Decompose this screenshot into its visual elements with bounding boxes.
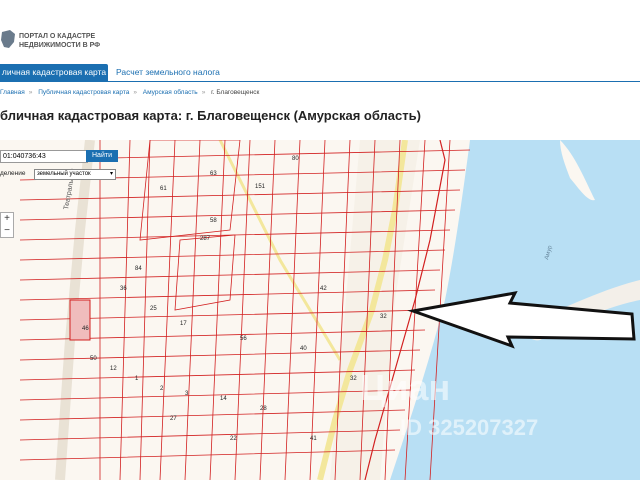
watermark-id: ID 325207327 bbox=[400, 415, 538, 440]
zoom-control: + − bbox=[0, 212, 14, 238]
parcel-label: 14 bbox=[220, 396, 227, 402]
parcel-label: 32 bbox=[380, 314, 387, 320]
breadcrumb-home[interactable]: Главная bbox=[0, 89, 25, 96]
parcel-label: 46 bbox=[82, 326, 89, 332]
map-canvas[interactable]: 61 63 58 287 80 151 42 84 36 32 25 46 17… bbox=[0, 140, 640, 480]
parcel-label: 17 bbox=[180, 321, 187, 327]
breadcrumb-region[interactable]: Амурская область bbox=[143, 89, 198, 96]
zoom-out-button[interactable]: − bbox=[1, 225, 13, 237]
parcel-label: 84 bbox=[135, 266, 142, 272]
parcel-label: 61 bbox=[160, 186, 167, 192]
parcel-label: 22 bbox=[230, 436, 237, 442]
filter-select[interactable]: земельный участок ▾ bbox=[34, 169, 116, 180]
parcel-label: 27 bbox=[170, 416, 177, 422]
parcel-label: 151 bbox=[255, 184, 266, 190]
filter-selected-value: земельный участок bbox=[37, 171, 91, 177]
cadastral-map[interactable]: 61 63 58 287 80 151 42 84 36 32 25 46 17… bbox=[0, 140, 640, 480]
parcel-label: 25 bbox=[150, 306, 157, 312]
parcel-label: 287 bbox=[200, 236, 211, 242]
parcel-label: 42 bbox=[320, 286, 327, 292]
parcel-label: 56 bbox=[240, 336, 247, 342]
parcel-label: 41 bbox=[310, 436, 317, 442]
parcel-label: 58 bbox=[210, 218, 217, 224]
parcel-label: 36 bbox=[120, 286, 127, 292]
site-name[interactable]: ПОРТАЛ О КАДАСТРЕ НЕДВИЖИМОСТИ В РФ bbox=[19, 32, 129, 50]
parcel-label: 63 bbox=[210, 171, 217, 177]
chevron-down-icon: ▾ bbox=[109, 171, 113, 177]
parcel-label: 80 bbox=[292, 156, 299, 162]
tab-land-tax[interactable]: Расчет земельного налога bbox=[116, 64, 246, 81]
search-button[interactable]: Найти bbox=[86, 150, 118, 162]
parcel-label: 40 bbox=[300, 346, 307, 352]
parcel-label: 28 bbox=[260, 406, 267, 412]
tab-public-cadastral-map[interactable]: личная кадастровая карта bbox=[0, 64, 108, 81]
page-title: бличная кадастровая карта: г. Благовещен… bbox=[0, 108, 421, 123]
breadcrumb-city: г. Благовещенск bbox=[211, 89, 260, 96]
zoom-in-button[interactable]: + bbox=[1, 213, 13, 225]
watermark: Циан bbox=[360, 367, 450, 408]
russia-map-icon[interactable] bbox=[0, 28, 16, 50]
parcel-label: 12 bbox=[110, 366, 117, 372]
filter-label: деление bbox=[0, 170, 26, 177]
search-input[interactable]: 01:040736:43 bbox=[0, 150, 88, 163]
tab-divider bbox=[0, 81, 640, 82]
header: ПОРТАЛ О КАДАСТРЕ НЕДВИЖИМОСТИ В РФ bbox=[0, 0, 640, 62]
parcel-label: 50 bbox=[90, 356, 97, 362]
breadcrumb: Главная» Публичная кадастровая карта» Ам… bbox=[0, 89, 260, 96]
breadcrumb-map[interactable]: Публичная кадастровая карта bbox=[38, 89, 129, 96]
parcel-label: 32 bbox=[350, 376, 357, 382]
